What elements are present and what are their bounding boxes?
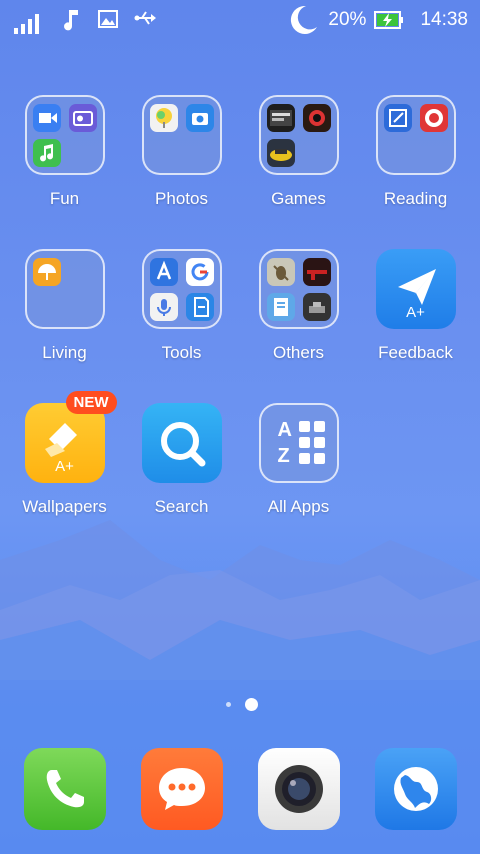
notes-app-icon	[383, 104, 412, 132]
folder-label: Living	[42, 343, 87, 362]
folder-label: Fun	[49, 189, 80, 208]
app-feedback[interactable]: A+ Feedback	[357, 249, 474, 363]
app-label: All Apps	[267, 497, 330, 516]
folder-reading[interactable]: Reading	[357, 95, 474, 209]
google-app-icon	[185, 258, 214, 286]
gta-game-icon	[266, 104, 295, 132]
new-badge: NEW	[65, 391, 117, 414]
battery-percentage: 20%	[328, 9, 367, 30]
music-note-icon	[64, 10, 78, 31]
gallery-app-icon	[149, 104, 178, 132]
folder-label: Games	[271, 189, 326, 208]
folder-label: Others	[272, 343, 325, 362]
folder-tools[interactable]: Tools	[123, 249, 240, 363]
page-indicator[interactable]	[0, 698, 480, 712]
folder-icon	[258, 95, 339, 175]
messages-app-icon[interactable]	[141, 748, 223, 830]
feedback-icon: A+	[375, 249, 456, 329]
folder-icon	[258, 249, 339, 329]
app-wallpapers[interactable]: A+ NEW Wallpapers	[6, 391, 123, 517]
app-label: Feedback	[378, 343, 453, 362]
gallery-notification-icon	[98, 10, 118, 28]
weather-app-icon	[32, 258, 61, 286]
book-app-icon	[266, 293, 295, 321]
shooter-game-icon	[302, 104, 331, 132]
app-all-apps[interactable]: A Z All Apps	[240, 403, 357, 517]
wallpapers-icon: A+ NEW	[24, 391, 117, 483]
folder-icon	[24, 249, 105, 329]
battery-charging-icon	[374, 11, 404, 29]
moon-icon	[291, 5, 318, 34]
camera-app-icon[interactable]	[258, 748, 340, 830]
wallpapers-icon-text: A+	[55, 458, 74, 475]
page-dot-1[interactable]	[226, 702, 231, 707]
folder-icon	[375, 95, 456, 175]
racing-game-icon	[266, 139, 295, 167]
folder-label: Photos	[155, 189, 208, 208]
folder-living[interactable]: Living	[6, 249, 123, 363]
usb-icon	[134, 11, 156, 25]
folder-icon	[141, 249, 222, 329]
search-icon	[141, 403, 222, 483]
dock	[0, 748, 480, 830]
folder-games[interactable]: Games	[240, 95, 357, 209]
voice-recorder-icon	[149, 293, 178, 321]
sniper-game-icon	[302, 258, 331, 286]
insect-game-icon	[266, 258, 295, 286]
page-dot-2-active[interactable]	[245, 698, 258, 711]
phone-app-icon[interactable]	[24, 748, 106, 830]
folder-label: Tools	[161, 343, 202, 362]
folder-icon	[141, 95, 222, 175]
all-apps-letter-bottom: Z	[277, 445, 290, 467]
folder-icon	[24, 95, 105, 175]
app-search[interactable]: Search	[123, 403, 240, 517]
signal-icon	[14, 14, 39, 34]
sim-toolkit-icon	[185, 293, 214, 321]
folder-others[interactable]: Others	[240, 249, 357, 363]
clock-time: 14:38	[420, 9, 468, 30]
music-app-icon	[32, 139, 61, 167]
video-app-icon	[32, 104, 61, 132]
folder-fun[interactable]: Fun	[6, 95, 123, 209]
news-app-icon	[419, 104, 448, 132]
all-apps-letter-top: A	[277, 419, 292, 441]
camera-mini-icon	[185, 104, 214, 132]
all-apps-icon: A Z	[258, 403, 339, 483]
grid-icon	[298, 421, 325, 464]
browser-app-icon[interactable]	[375, 748, 457, 830]
status-bar: 20% 14:38	[0, 0, 480, 40]
feedback-icon-text: A+	[406, 304, 425, 321]
folder-photos[interactable]: Photos	[123, 95, 240, 209]
radio-app-icon	[68, 104, 97, 132]
lenovo-app-icon	[149, 258, 178, 286]
app-label: Search	[154, 497, 209, 516]
folder-label: Reading	[383, 189, 448, 208]
app-label: Wallpapers	[22, 497, 107, 516]
tank-game-icon	[302, 293, 331, 321]
